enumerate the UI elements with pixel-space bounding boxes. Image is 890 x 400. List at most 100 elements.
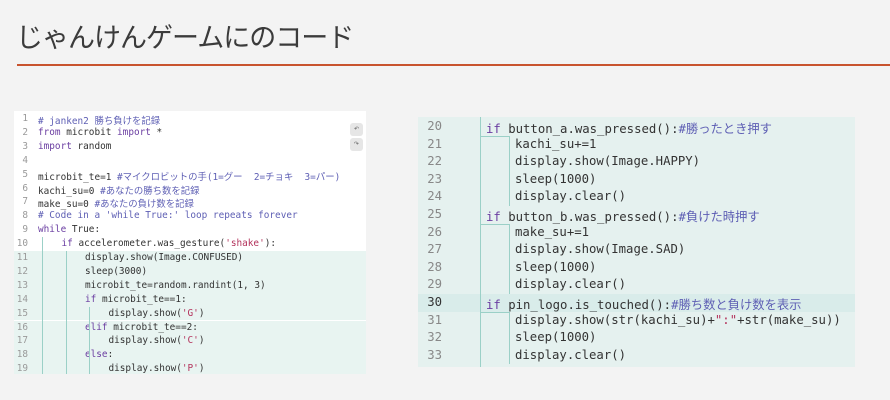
code-line[interactable]: 1 # janken2 勝ち負けを記録 [14,112,366,127]
code-line[interactable]: 29 display.clear() [418,276,855,294]
code-line[interactable]: 17 display.show('C') [14,334,366,349]
line-number: 28 [427,259,442,274]
indent-guide [42,237,43,374]
code-line[interactable]: 20 if button_a.was_pressed():#勝ったとき押す [418,118,855,136]
right-code-editor[interactable]: 20 if button_a.was_pressed():#勝ったとき押す 21 ka… [418,117,855,367]
code-token: import [117,126,151,138]
code-line[interactable]: 8 # Code in a 'while True:' loop repeats … [14,209,366,223]
code-text: if accelerometer.was_gesture('shake'): [62,238,277,249]
code-token: sleep(1000) [515,171,597,186]
code-token: +str(make_su)) [737,312,841,327]
line-number: 20 [427,119,442,133]
code-text: make_su+=1 [515,225,589,239]
code-line[interactable]: 22 display.show(Image.HAPPY) [418,153,855,171]
code-text: kachi_su=0 #あなたの勝ち数を記録 [38,183,200,197]
code-line[interactable]: 24 display.clear() [418,188,855,206]
line-number: 27 [427,242,442,257]
indent-guide [65,251,67,374]
line-number: 33 [427,347,442,362]
code-line[interactable]: 19 display.show('P') [14,362,366,374]
code-text: if pin_logo.is_touched():#勝ち数と負け数を表示 [486,295,801,313]
indent-guide [480,223,510,225]
code-text: kachi_su+=1 [515,137,596,151]
code-token: pin_logo.is_touched(): [500,298,672,312]
code-line[interactable]: 33 display.clear() [418,347,855,365]
code-token: ) [198,363,205,374]
line-number: 7 [22,196,28,208]
code-line[interactable]: 16 elif microbit_te==2: [14,320,366,335]
code-token: ) [198,335,205,347]
code-token: button_b.was_pressed(): [500,210,679,224]
code-token: random [71,140,112,152]
code-token: display.show( [108,307,182,319]
code-token: if [486,210,501,224]
code-line[interactable]: 5 microbit_te=1 #マイクロビットの手(1=グー 2=チョキ 3=パ… [14,168,366,183]
line-number: 24 [427,189,442,204]
code-token: #勝ち数と負け数を表示 [671,298,802,312]
code-token: from [38,126,61,138]
left-code-editor[interactable]: ↶ ↷ 1 # janken2 勝ち負けを記録 2 from microbit imp… [14,111,366,374]
line-number: 23 [427,171,442,186]
code-text: if button_a.was_pressed():#勝ったとき押す [486,119,772,137]
indent-guide [480,135,510,137]
code-line[interactable]: 9 while True: [14,223,366,237]
code-line[interactable]: 31 display.show(str(kachi_su)+":"+str(mak… [418,312,855,330]
code-line[interactable]: 2 from microbit import * [14,126,366,140]
code-token: #勝ったとき押す [678,122,772,136]
line-number: 25 [427,207,442,221]
code-line[interactable]: 4 [14,154,366,168]
code-line[interactable]: 32 sleep(1000) [418,329,855,347]
line-number: 12 [16,265,28,277]
line-number: 21 [427,136,442,151]
line-number: 31 [427,312,442,327]
indent-guide [480,117,481,367]
code-line[interactable]: 13 microbit_te=random.randint(1, 3) [14,278,366,293]
code-token: sleep(3000) [85,265,148,277]
code-token: button_a.was_pressed(): [500,122,679,136]
code-text: microbit_te=1 #マイクロビットの手(1=グー 2=チョキ 3=パー… [38,169,340,183]
code-line[interactable]: 14 if microbit_te==1: [14,292,366,307]
code-line[interactable]: 3 import random [14,140,366,154]
code-text: display.clear() [515,189,626,203]
code-text: if microbit_te==1: [85,294,187,305]
line-number: 5 [22,168,28,180]
code-token: display.show(Image.CONFUSED) [85,252,244,263]
line-number: 22 [427,154,442,169]
code-line[interactable]: 30 if pin_logo.is_touched():#勝ち数と負け数を表示 [418,294,855,312]
code-token: * [150,126,163,138]
code-token: kachi_su+=1 [515,136,597,151]
code-text: import random [38,141,111,152]
line-number: 8 [22,210,28,222]
line-number: 10 [16,238,28,250]
code-line[interactable]: 6 kachi_su=0 #あなたの勝ち数を記録 [14,182,366,197]
code-token: sleep(1000) [515,259,597,274]
line-number: 26 [427,224,442,239]
code-token: display.show(str(kachi_su)+ [515,312,715,327]
code-token: make_su+=1 [515,224,590,239]
code-line[interactable]: 10 if accelerometer.was_gesture('shake'): [14,237,366,251]
code-text: sleep(1000) [515,172,596,186]
code-line[interactable]: 18 else: [14,348,366,363]
code-token: True: [66,224,101,236]
code-line[interactable]: 28 sleep(1000) [418,259,855,277]
code-token: if [486,298,501,312]
code-line[interactable]: 12 sleep(3000) [14,264,366,279]
code-line[interactable]: 21 kachi_su+=1 [418,136,855,154]
line-number: 13 [16,279,28,291]
code-line[interactable]: 23 sleep(1000) [418,171,855,189]
code-token: microbit [60,126,118,138]
code-token: display.clear() [515,277,627,292]
code-line[interactable]: 27 display.show(Image.SAD) [418,241,855,259]
line-number: 4 [22,154,28,166]
code-line[interactable]: 15 display.show('G') [14,306,366,321]
code-text: make_su=0 #あなたの負け数を記録 [38,196,194,210]
code-token: # Code in a 'while True:' loop repeats f… [38,210,298,222]
code-line[interactable]: 26 make_su+=1 [418,224,855,242]
code-line[interactable]: 7 make_su=0 #あなたの負け数を記録 [14,195,366,210]
code-line[interactable]: 25 if button_b.was_pressed():#負けた時押す [418,206,855,224]
page-title: じゃんけんゲームにのコード [16,23,354,54]
code-line[interactable]: 11 display.show(Image.CONFUSED) [14,251,366,265]
code-token: display.clear() [515,189,627,204]
code-text: sleep(1000) [515,260,596,274]
line-number: 17 [16,335,28,347]
